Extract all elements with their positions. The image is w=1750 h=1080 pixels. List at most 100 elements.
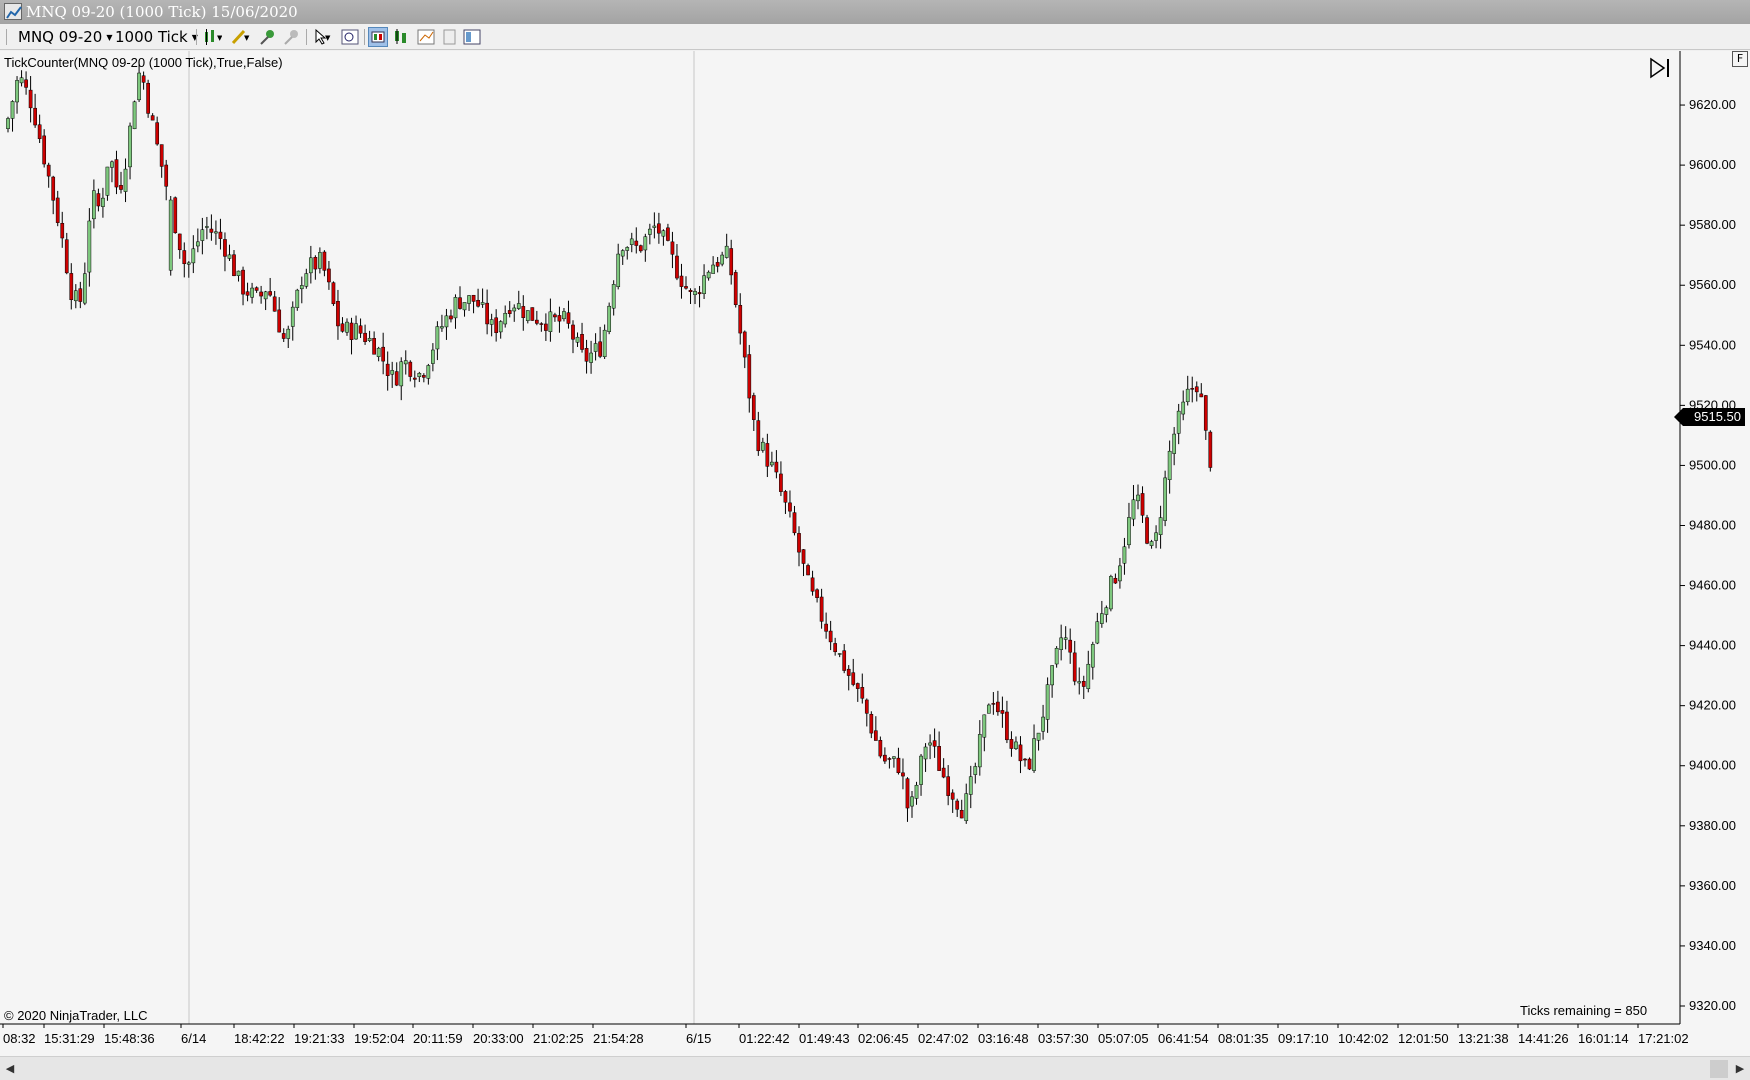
scrollbar-thumb[interactable] [1710,1060,1728,1078]
candle [1163,470,1167,527]
candle [1158,505,1163,549]
panel-f-button[interactable]: F [1732,51,1748,67]
candle-body-down [742,331,747,358]
candle-body-down [408,361,413,377]
candle [390,361,395,388]
candle [33,93,37,128]
price-tick-label: 9420.00 [1689,698,1736,713]
candle-body-up [525,310,530,321]
candle [1014,736,1018,751]
candle-body-up [702,275,706,294]
candle [101,187,105,218]
candle-body-down [901,772,905,777]
candle [810,570,815,596]
candle [1050,665,1054,698]
cursor-icon[interactable]: ▼ [312,27,332,47]
candle [272,290,277,312]
candle [259,285,263,304]
chart-style-icon[interactable]: ▼ [202,27,223,47]
candle [1090,641,1095,680]
time-tick-label: 09:17:10 [1278,1031,1329,1046]
unpin-icon[interactable] [282,27,302,47]
candle [73,284,78,309]
templates-icon[interactable] [462,27,482,47]
candle-body-down [69,273,74,300]
candle-body-up [6,118,10,129]
candle [765,433,770,478]
candle-body-down [842,650,847,671]
candle [620,249,625,265]
candle [42,129,47,168]
candle-body-down [1072,652,1077,682]
indicators-icon[interactable] [392,27,412,47]
candle [1140,486,1145,523]
properties-icon[interactable] [440,27,460,47]
candle [123,158,128,203]
candle-body-up [304,273,309,287]
candle [914,781,919,805]
candle [399,357,404,401]
candle-body-down [584,348,589,362]
candle [119,171,123,194]
candlestick-chart[interactable]: 9620.009600.009580.009560.009540.009520.… [0,51,1750,1056]
skip-to-end-icon[interactable] [1648,57,1672,79]
candle [1068,628,1073,664]
candle [69,263,74,310]
time-tick-label: 01:22:42 [739,1031,790,1046]
candle [657,212,661,244]
price-tick-label: 9560.00 [1689,277,1736,292]
candle-body-down [24,79,28,88]
candle [715,256,720,273]
candle [51,175,56,215]
candle-body-up [195,241,200,247]
candle-body-down [670,241,675,255]
candle [1095,612,1100,645]
scroll-left-arrow-icon[interactable]: ◀ [2,1060,18,1078]
candle-body-up [1032,738,1036,771]
candle [141,71,146,90]
data-box-icon[interactable] [368,27,388,47]
candle-body-down [42,135,47,165]
candle [358,318,363,338]
toolbar-separator [196,29,197,45]
instrument-selector[interactable]: MNQ 09-20 ▼ [18,27,112,47]
drawing-tools-icon[interactable]: ▼ [230,27,250,47]
candle-body-down [1208,431,1213,468]
strategies-icon[interactable] [416,27,436,47]
time-axis[interactable]: 08:32 15:31:29 15:48:36 6/14 18:42:22 19:21:3… [0,1023,1689,1046]
chart-panel[interactable]: 9620.00 9600.00 9580.00 9560.00 9540.00 9520.… [0,51,1750,1056]
candle [1027,757,1032,771]
candle-body-down [173,197,178,234]
candle [363,324,367,345]
candle [182,242,187,278]
zoom-icon[interactable] [340,27,360,47]
candle-body-up [643,236,648,251]
candle [905,777,910,822]
candle [923,743,928,772]
candle-body-down [458,297,462,309]
candle-body-down [223,239,227,257]
price-axis[interactable]: 9620.009600.009580.009560.009540.009520.… [1679,51,1736,1024]
horizontal-scrollbar[interactable]: ◀ ▶ [0,1056,1750,1080]
candle [476,288,480,308]
candle [286,325,291,348]
candle [733,269,738,308]
candle [950,789,955,813]
candle [489,313,494,337]
candle [1045,677,1050,733]
chevron-down-icon: ▼ [106,32,113,42]
candle-body-up [73,290,78,302]
pin-icon[interactable] [258,27,278,47]
candle [964,783,969,824]
candle [1113,573,1118,584]
scroll-right-arrow-icon[interactable]: ▶ [1732,1060,1748,1078]
candle [661,229,666,246]
candle [200,217,205,255]
candle-body-down [507,310,512,314]
candle-body-down [783,491,788,503]
candle [376,346,381,362]
candle [431,343,435,372]
interval-selector[interactable]: 1000 Tick ▼ [115,27,198,47]
candle-body-up [923,746,928,760]
candle-body-up [1050,665,1054,686]
